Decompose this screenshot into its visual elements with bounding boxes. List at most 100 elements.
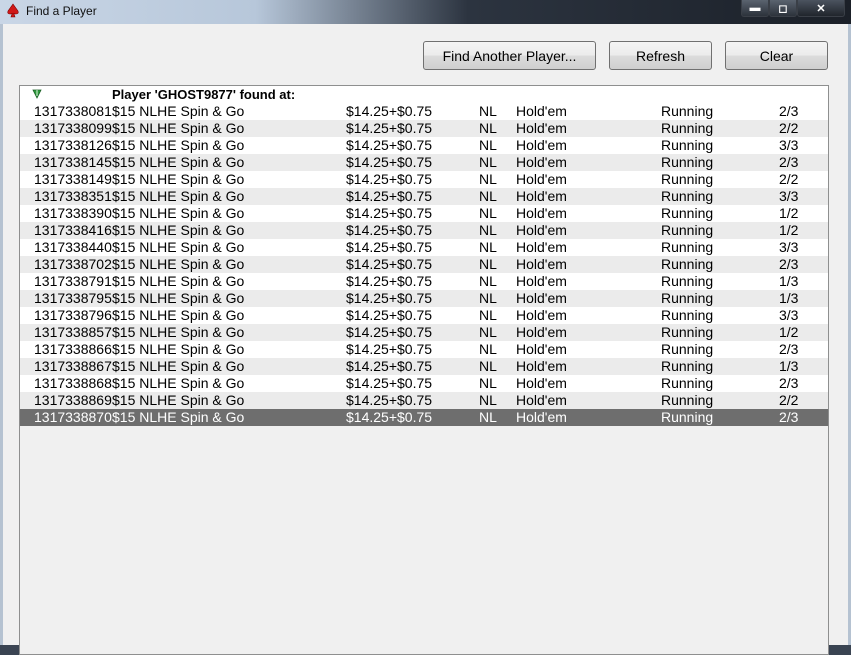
player-count: 1/3 xyxy=(779,290,799,306)
tournament-status: Running xyxy=(661,154,714,170)
table-row[interactable]: 1317338870 $15 NLHE Spin & Go $14.25+$0.75… xyxy=(20,409,828,426)
table-row[interactable]: 1317338868 $15 NLHE Spin & Go $14.25+$0.75… xyxy=(20,375,828,392)
tournament-status: Running xyxy=(661,273,714,289)
clear-button[interactable]: Clear xyxy=(725,41,828,70)
tournament-status: Running xyxy=(661,392,714,408)
limit-type: NL xyxy=(479,154,497,170)
player-count: 2/2 xyxy=(779,120,799,136)
sort-arrow-icon[interactable] xyxy=(32,88,42,100)
maximize-button[interactable]: ◻ xyxy=(769,0,797,17)
buy-in: $14.25+$0.75 xyxy=(346,120,433,136)
game-type: Hold'em xyxy=(516,409,567,425)
tournament-id: 1317338795 xyxy=(34,290,112,306)
table-row[interactable]: 1317338857 $15 NLHE Spin & Go $14.25+$0.75… xyxy=(20,324,828,341)
limit-type: NL xyxy=(479,256,497,272)
limit-type: NL xyxy=(479,137,497,153)
results-rows: 1317338081 $15 NLHE Spin & Go $14.25+$0.75… xyxy=(20,103,828,426)
tournament-status: Running xyxy=(661,171,714,187)
buy-in: $14.25+$0.75 xyxy=(346,256,433,272)
tournament-status: Running xyxy=(661,239,714,255)
results-list[interactable]: Player 'GHOST9877' found at: 1317338081 $… xyxy=(19,85,829,655)
tournament-status: Running xyxy=(661,290,714,306)
tournament-name: $15 NLHE Spin & Go xyxy=(112,375,245,391)
tournament-id: 1317338869 xyxy=(34,392,112,408)
game-type: Hold'em xyxy=(516,307,567,323)
close-button[interactable]: ✕ xyxy=(797,0,845,17)
table-row[interactable]: 1317338351 $15 NLHE Spin & Go $14.25+$0.75… xyxy=(20,188,828,205)
tournament-name: $15 NLHE Spin & Go xyxy=(112,171,245,187)
player-count: 2/3 xyxy=(779,409,799,425)
buy-in: $14.25+$0.75 xyxy=(346,375,433,391)
table-row[interactable]: 1317338702 $15 NLHE Spin & Go $14.25+$0.75… xyxy=(20,256,828,273)
player-count: 2/3 xyxy=(779,341,799,357)
player-count: 1/3 xyxy=(779,358,799,374)
tournament-name: $15 NLHE Spin & Go xyxy=(112,154,245,170)
limit-type: NL xyxy=(479,409,497,425)
tournament-status: Running xyxy=(661,103,714,119)
table-row[interactable]: 1317338416 $15 NLHE Spin & Go $14.25+$0.75… xyxy=(20,222,828,239)
tournament-name: $15 NLHE Spin & Go xyxy=(112,341,245,357)
game-type: Hold'em xyxy=(516,392,567,408)
player-count: 1/2 xyxy=(779,205,799,221)
game-type: Hold'em xyxy=(516,341,567,357)
table-row[interactable]: 1317338867 $15 NLHE Spin & Go $14.25+$0.75… xyxy=(20,358,828,375)
tournament-name: $15 NLHE Spin & Go xyxy=(112,290,245,306)
tournament-id: 1317338440 xyxy=(34,239,112,255)
table-row[interactable]: 1317338440 $15 NLHE Spin & Go $14.25+$0.75… xyxy=(20,239,828,256)
tournament-id: 1317338145 xyxy=(34,154,112,170)
limit-type: NL xyxy=(479,307,497,323)
buy-in: $14.25+$0.75 xyxy=(346,273,433,289)
table-row[interactable]: 1317338149 $15 NLHE Spin & Go $14.25+$0.75… xyxy=(20,171,828,188)
limit-type: NL xyxy=(479,239,497,255)
tournament-id: 1317338390 xyxy=(34,205,112,221)
player-count: 3/3 xyxy=(779,137,799,153)
table-row[interactable]: 1317338869 $15 NLHE Spin & Go $14.25+$0.75… xyxy=(20,392,828,409)
limit-type: NL xyxy=(479,171,497,187)
tournament-name: $15 NLHE Spin & Go xyxy=(112,307,245,323)
table-row[interactable]: 1317338145 $15 NLHE Spin & Go $14.25+$0.75… xyxy=(20,154,828,171)
tournament-status: Running xyxy=(661,375,714,391)
title-bar[interactable]: Find a Player ▬ ◻ ✕ xyxy=(0,0,851,24)
table-row[interactable]: 1317338126 $15 NLHE Spin & Go $14.25+$0.75… xyxy=(20,137,828,154)
table-row[interactable]: 1317338795 $15 NLHE Spin & Go $14.25+$0.75… xyxy=(20,290,828,307)
tournament-name: $15 NLHE Spin & Go xyxy=(112,120,245,136)
limit-type: NL xyxy=(479,341,497,357)
game-type: Hold'em xyxy=(516,239,567,255)
buy-in: $14.25+$0.75 xyxy=(346,137,433,153)
game-type: Hold'em xyxy=(516,103,567,119)
buy-in: $14.25+$0.75 xyxy=(346,358,433,374)
buy-in: $14.25+$0.75 xyxy=(346,103,433,119)
results-header-text: Player 'GHOST9877' found at: xyxy=(112,87,296,102)
tournament-status: Running xyxy=(661,256,714,272)
player-count: 2/3 xyxy=(779,375,799,391)
tournament-name: $15 NLHE Spin & Go xyxy=(112,392,245,408)
buy-in: $14.25+$0.75 xyxy=(346,154,433,170)
limit-type: NL xyxy=(479,222,497,238)
table-row[interactable]: 1317338796 $15 NLHE Spin & Go $14.25+$0.75… xyxy=(20,307,828,324)
player-count: 3/3 xyxy=(779,188,799,204)
tournament-status: Running xyxy=(661,324,714,340)
minimize-button[interactable]: ▬ xyxy=(741,0,769,17)
tournament-id: 1317338870 xyxy=(34,409,112,425)
table-row[interactable]: 1317338081 $15 NLHE Spin & Go $14.25+$0.75… xyxy=(20,103,828,120)
tournament-status: Running xyxy=(661,409,714,425)
table-row[interactable]: 1317338866 $15 NLHE Spin & Go $14.25+$0.75… xyxy=(20,341,828,358)
table-row[interactable]: 1317338099 $15 NLHE Spin & Go $14.25+$0.75… xyxy=(20,120,828,137)
tournament-name: $15 NLHE Spin & Go xyxy=(112,137,245,153)
tournament-id: 1317338099 xyxy=(34,120,112,136)
player-count: 3/3 xyxy=(779,307,799,323)
tournament-status: Running xyxy=(661,120,714,136)
refresh-button[interactable]: Refresh xyxy=(609,41,712,70)
buy-in: $14.25+$0.75 xyxy=(346,171,433,187)
tournament-name: $15 NLHE Spin & Go xyxy=(112,188,245,204)
tournament-name: $15 NLHE Spin & Go xyxy=(112,409,245,425)
game-type: Hold'em xyxy=(516,205,567,221)
tournament-id: 1317338857 xyxy=(34,324,112,340)
find-another-player-button[interactable]: Find Another Player... xyxy=(423,41,596,70)
tournament-status: Running xyxy=(661,358,714,374)
buy-in: $14.25+$0.75 xyxy=(346,324,433,340)
table-row[interactable]: 1317338390 $15 NLHE Spin & Go $14.25+$0.75… xyxy=(20,205,828,222)
table-row[interactable]: 1317338791 $15 NLHE Spin & Go $14.25+$0.75… xyxy=(20,273,828,290)
buy-in: $14.25+$0.75 xyxy=(346,205,433,221)
game-type: Hold'em xyxy=(516,273,567,289)
